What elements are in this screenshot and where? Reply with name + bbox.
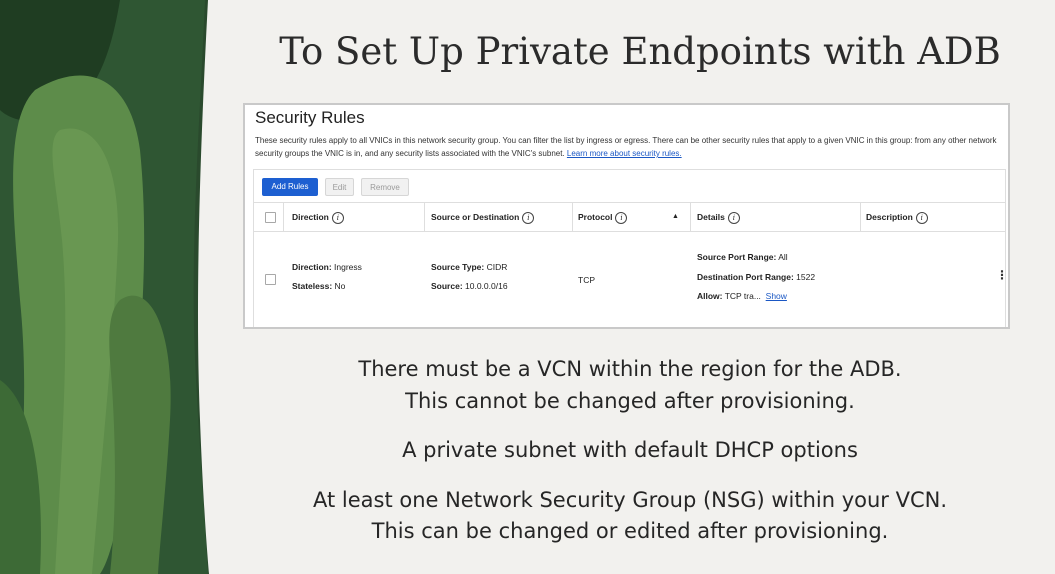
destination-port-cell: Destination Port Range: 1522 bbox=[697, 272, 815, 282]
bullet-1-line-2: This cannot be changed after provisionin… bbox=[405, 389, 855, 413]
info-icon[interactable]: i bbox=[915, 211, 928, 224]
table-header: Direction i Source or Destination i Protoc… bbox=[254, 202, 1005, 232]
column-divider bbox=[690, 203, 691, 231]
source-type-value: CIDR bbox=[484, 262, 508, 272]
destination-port-value: 1522 bbox=[793, 272, 816, 282]
security-rules-description: These security rules apply to all VNICs … bbox=[255, 134, 1000, 160]
source-port-label: Source Port Range: bbox=[697, 252, 777, 262]
direction-label: Direction: bbox=[292, 262, 332, 272]
stateless-label: Stateless: bbox=[292, 281, 333, 291]
row-checkbox[interactable] bbox=[265, 274, 276, 285]
remove-button[interactable]: Remove bbox=[361, 178, 409, 196]
slide-title: To Set Up Private Endpoints with ADB bbox=[279, 30, 1001, 73]
column-label: Description bbox=[866, 212, 913, 222]
source-port-value: All bbox=[776, 252, 788, 262]
column-header-direction[interactable]: Direction i bbox=[292, 203, 344, 231]
column-header-description[interactable]: Description i bbox=[866, 203, 928, 231]
source-type-cell: Source Type: CIDR bbox=[431, 262, 507, 272]
column-divider bbox=[424, 203, 425, 231]
column-header-details[interactable]: Details i bbox=[697, 203, 740, 231]
column-label: Protocol bbox=[578, 212, 613, 222]
row-actions-kebab-icon[interactable]: ⋮ bbox=[996, 268, 1008, 282]
protocol-cell: TCP bbox=[578, 275, 595, 285]
column-header-source[interactable]: Source or Destination i bbox=[431, 203, 535, 231]
allow-label: Allow: bbox=[697, 291, 723, 301]
bullet-1-line-1: There must be a VCN within the region fo… bbox=[358, 357, 902, 381]
allow-cell: Allow: TCP tra... Show bbox=[697, 291, 787, 301]
column-divider bbox=[860, 203, 861, 231]
direction-value: Ingress bbox=[331, 262, 362, 272]
direction-cell: Direction: Ingress bbox=[292, 262, 362, 272]
column-header-protocol[interactable]: Protocol i bbox=[578, 203, 628, 231]
destination-port-label: Destination Port Range: bbox=[697, 272, 794, 282]
source-type-label: Source Type: bbox=[431, 262, 485, 272]
allow-value: TCP tra... bbox=[722, 291, 761, 301]
learn-more-link[interactable]: Learn more about security rules. bbox=[567, 149, 682, 158]
stateless-cell: Stateless: No bbox=[292, 281, 345, 291]
column-divider bbox=[283, 203, 284, 231]
source-value: 10.0.0.0/16 bbox=[462, 281, 508, 291]
column-label: Direction bbox=[292, 212, 329, 222]
bullet-2: A private subnet with default DHCP optio… bbox=[402, 438, 858, 462]
security-rules-title: Security Rules bbox=[255, 108, 365, 127]
info-icon[interactable]: i bbox=[727, 211, 740, 224]
edit-button[interactable]: Edit bbox=[325, 178, 354, 196]
source-cell: Source: 10.0.0.0/16 bbox=[431, 281, 508, 291]
security-rules-panel: Security Rules These security rules appl… bbox=[243, 103, 1010, 329]
info-icon[interactable]: i bbox=[331, 211, 344, 224]
source-port-cell: Source Port Range: All bbox=[697, 252, 788, 262]
add-rules-button[interactable]: Add Rules bbox=[262, 178, 318, 196]
bullet-3-line-1: At least one Network Security Group (NSG… bbox=[312, 488, 948, 512]
info-icon[interactable]: i bbox=[522, 211, 535, 224]
column-label: Source or Destination bbox=[431, 212, 520, 222]
stateless-value: No bbox=[332, 281, 346, 291]
bullet-3-line-2: This can be changed or edited after prov… bbox=[371, 519, 889, 543]
column-label: Details bbox=[697, 212, 725, 222]
select-all-checkbox[interactable] bbox=[265, 212, 276, 223]
source-label: Source: bbox=[431, 281, 463, 291]
rules-table-card: Add Rules Edit Remove Direction i Source … bbox=[253, 169, 1008, 327]
info-icon[interactable]: i bbox=[615, 211, 628, 224]
column-divider bbox=[572, 203, 573, 231]
show-link[interactable]: Show bbox=[766, 291, 787, 301]
decorative-leaf-art bbox=[0, 0, 215, 574]
sort-ascending-icon[interactable]: ▲ bbox=[672, 203, 679, 231]
